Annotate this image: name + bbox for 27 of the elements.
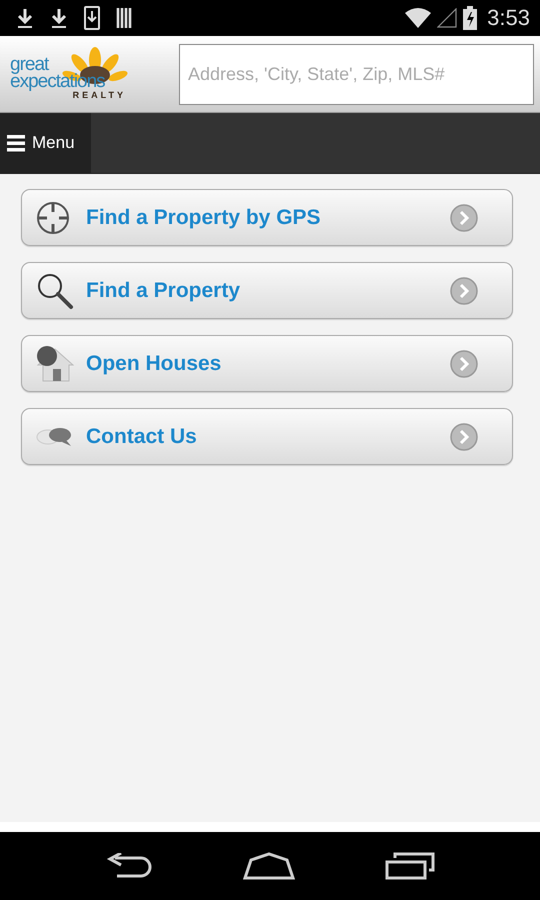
signal-icon bbox=[437, 8, 458, 28]
home-icon[interactable] bbox=[243, 852, 295, 880]
download-icon bbox=[50, 7, 68, 29]
chevron-right-icon bbox=[450, 422, 478, 450]
download-icon bbox=[16, 7, 34, 29]
chevron-right-icon bbox=[450, 204, 478, 232]
clock-time: 3:53 bbox=[487, 5, 530, 31]
barcode-icon bbox=[116, 7, 134, 29]
speech-bubbles-icon bbox=[36, 426, 72, 448]
menu-button[interactable]: Menu bbox=[0, 113, 91, 173]
crosshair-icon bbox=[36, 200, 70, 234]
chevron-right-icon bbox=[450, 350, 478, 378]
back-icon[interactable] bbox=[105, 853, 153, 879]
search-icon bbox=[36, 272, 74, 310]
menu-item[interactable]: Contact Us bbox=[21, 408, 513, 465]
menu-icon bbox=[7, 134, 25, 152]
download-file-icon bbox=[84, 6, 100, 30]
battery-icon bbox=[463, 6, 478, 30]
menu-item[interactable]: Find a Property by GPS bbox=[21, 189, 513, 246]
chevron-right-icon bbox=[450, 276, 478, 304]
wifi-icon bbox=[405, 8, 432, 28]
house-icon bbox=[36, 344, 74, 382]
search-field[interactable]: Address, 'City, State', Zip, MLS# bbox=[179, 44, 534, 104]
company-logo[interactable]: great expectations REALTY bbox=[10, 44, 130, 104]
recent-apps-icon[interactable] bbox=[385, 852, 435, 880]
menu-item[interactable]: Open Houses bbox=[21, 335, 513, 392]
menu-item[interactable]: Find a Property bbox=[21, 262, 513, 319]
